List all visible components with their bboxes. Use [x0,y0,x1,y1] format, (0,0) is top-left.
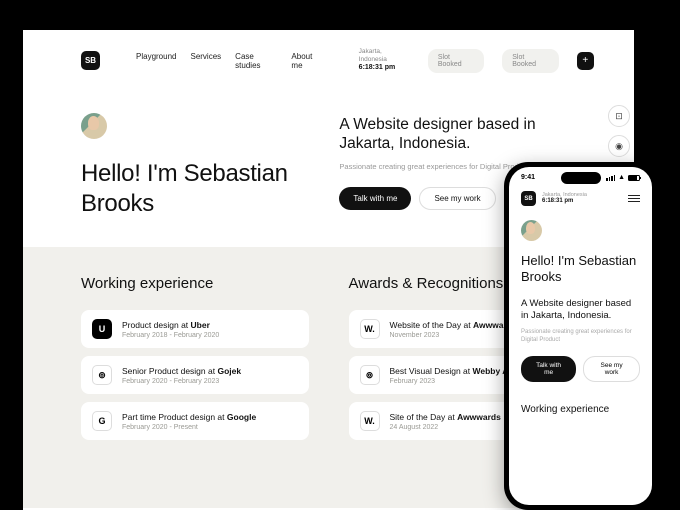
battery-icon [628,175,640,181]
nav-links: Playground Services Case studies About m… [136,52,323,70]
dribbble-icon[interactable]: ◉ [608,135,630,157]
phone-screen: 9:41 ▲ SB Jakarta, Indonesia 6:18:31 pm [509,167,652,505]
hamburger-icon[interactable] [628,195,640,203]
awwwards-icon: W. [360,319,380,339]
exp-title: Senior Product design at Gojek [122,366,241,376]
time-text: 6:18:31 pm [359,64,410,73]
nav-casestudies[interactable]: Case studies [235,52,277,70]
see-work-button[interactable]: See my work [419,187,495,210]
top-nav: SB Playground Services Case studies Abou… [23,30,634,91]
phone-greeting: Hello! I'm Sebastian Brooks [521,253,640,286]
phone-subtitle: Passionate creating great experiences fo… [521,329,640,345]
phone-brand-logo[interactable]: SB [521,191,536,206]
locale-block: Jakarta, Indonesia 6:18:31 pm [359,48,410,73]
phone-experience-heading: Working experience [521,404,640,415]
signal-icon [606,175,615,181]
award-title: Site of the Day at Awwwards [390,412,501,422]
phone-nav: SB Jakarta, Indonesia 6:18:31 pm [509,181,652,212]
phone-frame: 9:41 ▲ SB Jakarta, Indonesia 6:18:31 pm [504,162,657,510]
exp-card-google[interactable]: G Part time Product design at Google Feb… [81,402,309,440]
hero-tagline: A Website designer based in Jakarta, Ind… [339,115,576,154]
exp-dates: February 2020 - Present [122,424,256,431]
wifi-icon: ▲ [618,174,625,181]
brand-logo[interactable]: SB [81,51,100,70]
awwwards-icon: W. [360,411,380,431]
slot-button-2[interactable]: Slot Booked [502,49,558,73]
phone-see-work-button[interactable]: See my work [583,356,640,382]
avatar [81,113,107,139]
location-text: Jakarta, Indonesia [359,48,410,64]
exp-title: Part time Product design at Google [122,412,256,422]
phone-avatar [521,220,542,241]
exp-dates: February 2018 - February 2020 [122,332,219,339]
nav-playground[interactable]: Playground [136,52,176,70]
phone-hero: Hello! I'm Sebastian Brooks A Website de… [509,212,652,415]
webby-icon: ⊚ [360,365,380,385]
phone-time-text: 6:18:31 pm [542,198,587,205]
phone-locale: Jakarta, Indonesia 6:18:31 pm [542,192,587,206]
add-button[interactable]: + [577,52,594,70]
experience-heading: Working experience [81,275,309,292]
exp-card-gojek[interactable]: ⊚ Senior Product design at Gojek Februar… [81,356,309,394]
phone-location-text: Jakarta, Indonesia [542,192,587,199]
status-clock: 9:41 [521,174,535,181]
dynamic-island [561,172,601,184]
award-title: Website of the Day at Awwwards [390,320,517,330]
exp-dates: February 2020 - February 2023 [122,378,241,385]
nav-about[interactable]: About me [291,52,322,70]
uber-icon: U [92,319,112,339]
phone-talk-button[interactable]: Talk with me [521,356,576,382]
award-dates: 24 August 2022 [390,424,501,431]
exp-title: Product design at Uber [122,320,219,330]
google-icon: G [92,411,112,431]
gojek-icon: ⊚ [92,365,112,385]
instagram-icon[interactable]: ⊡ [608,105,630,127]
award-dates: November 2023 [390,332,517,339]
experience-col: Working experience U Product design at U… [81,275,309,448]
slot-button-1[interactable]: Slot Booked [428,49,484,73]
nav-services[interactable]: Services [190,52,221,70]
hero-greeting: Hello! I'm Sebastian Brooks [81,159,329,219]
talk-button[interactable]: Talk with me [339,187,411,210]
exp-card-uber[interactable]: U Product design at Uber February 2018 -… [81,310,309,348]
phone-cta-row: Talk with me See my work [521,356,640,382]
phone-tagline: A Website designer based in Jakarta, Ind… [521,298,640,323]
